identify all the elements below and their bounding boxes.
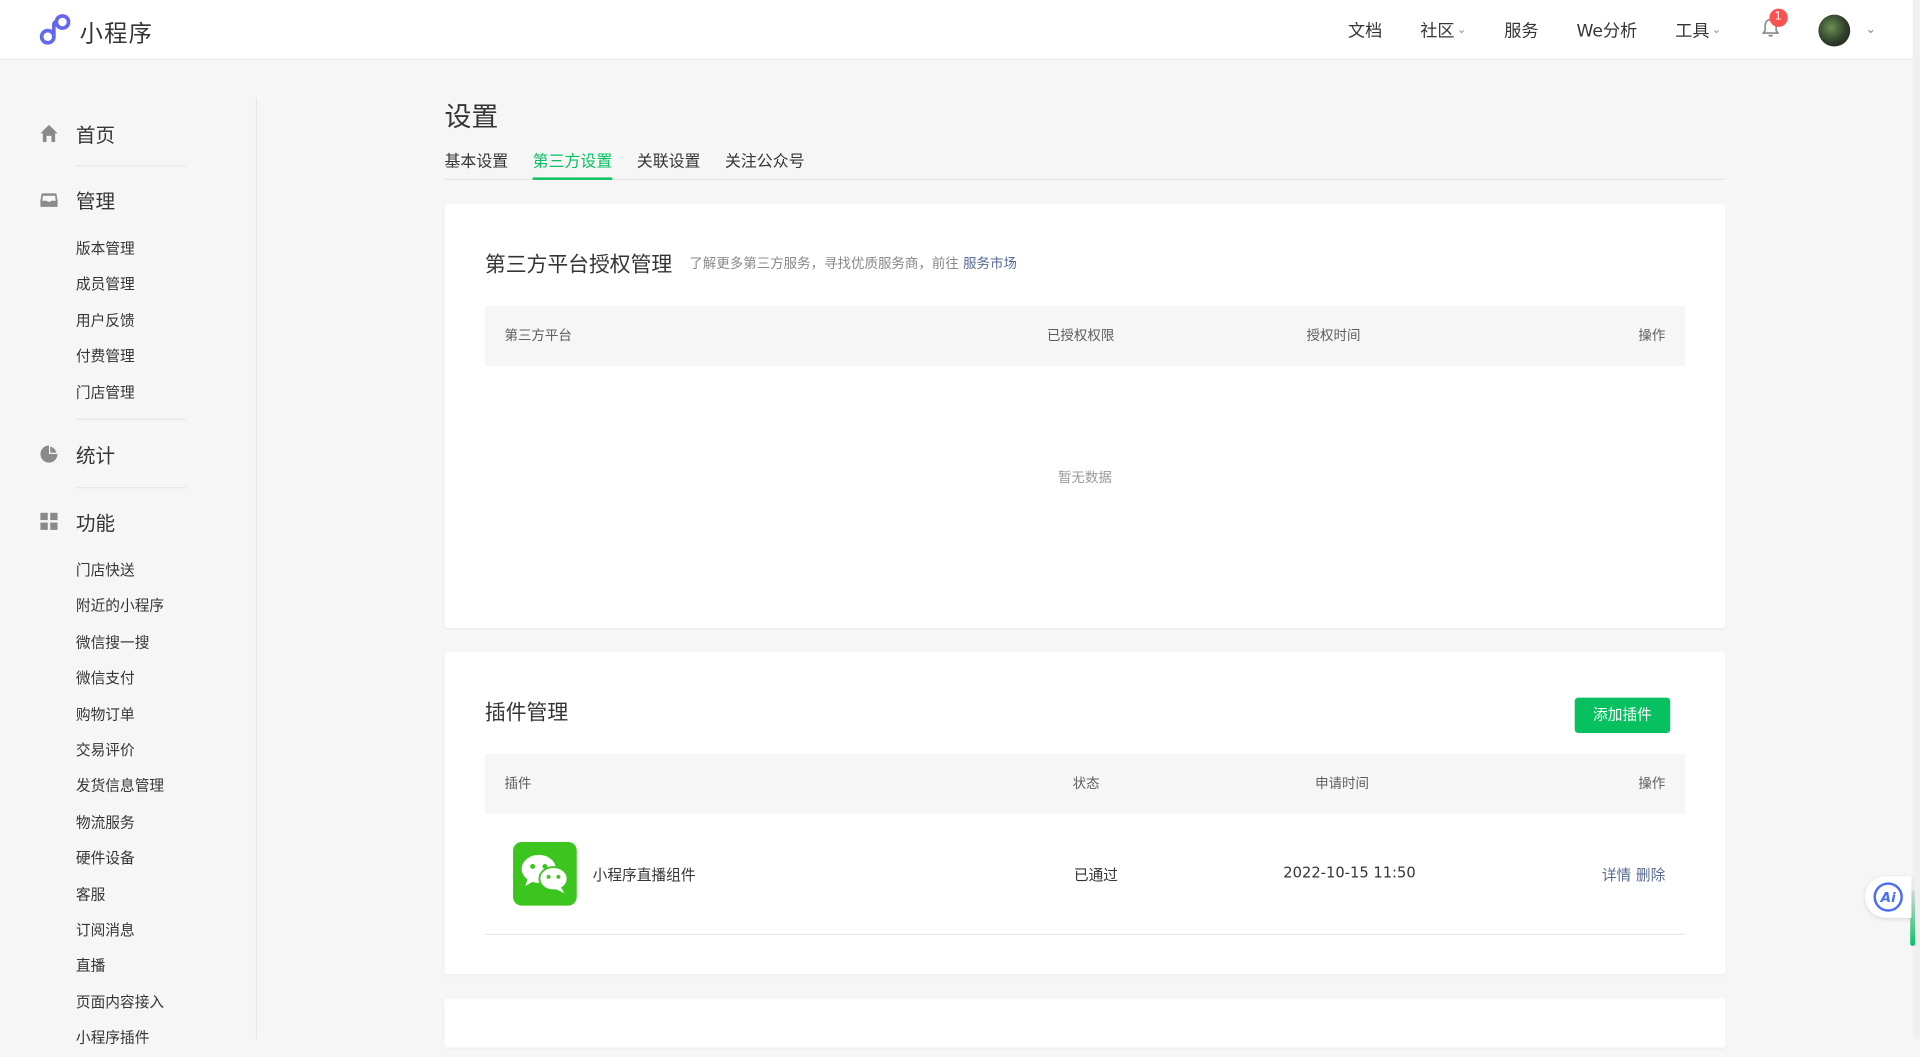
sidebar-item-features[interactable]: 功能	[39, 507, 187, 536]
sidebar-item-manage[interactable]: 管理	[39, 185, 187, 214]
nav-community[interactable]: 社区 ⌄	[1420, 18, 1466, 42]
plugin-card: 插件管理 添加插件 插件 状态 申请时间 操作 小程序直播组件 已通过 2022…	[444, 652, 1726, 975]
column-header: 第三方平台	[504, 327, 572, 344]
page-title: 设置	[444, 102, 499, 134]
tab-basic-settings[interactable]: 基本设置	[444, 149, 508, 180]
sidebar-divider	[75, 487, 187, 489]
third-party-desc: 了解更多第三方服务，寻找优质服务商，前往 服务市场	[689, 253, 1017, 273]
sidebar-item-shipping-info[interactable]: 发货信息管理	[76, 769, 164, 805]
sidebar-item-wechat-search[interactable]: 微信搜一搜	[76, 625, 164, 661]
status-badge: 已通过	[1073, 866, 1118, 884]
features-submenu: 门店快送 附近的小程序 微信搜一搜 微信支付 购物订单 交易评价 发货信息管理 …	[76, 553, 164, 1057]
sidebar-item-members[interactable]: 成员管理	[76, 267, 135, 303]
service-market-link[interactable]: 服务市场	[963, 256, 1017, 272]
plugin-name: 小程序直播组件	[592, 866, 696, 884]
detail-link[interactable]: 详情	[1602, 866, 1631, 883]
nav-services[interactable]: 服务	[1504, 18, 1538, 42]
sidebar-item-wechat-pay[interactable]: 微信支付	[76, 661, 164, 697]
tab-association-settings[interactable]: 关联设置	[637, 149, 701, 180]
sidebar-item-label: 功能	[75, 511, 116, 535]
third-party-title: 第三方平台授权管理	[484, 253, 673, 278]
third-party-table-header: 第三方平台 已授权权限 授权时间 操作	[484, 305, 1685, 366]
column-header: 操作	[1638, 775, 1666, 792]
sidebar-item-nearby[interactable]: 附近的小程序	[76, 589, 164, 625]
apply-time: 2022-10-15 11:50	[1283, 864, 1416, 882]
nav-docs-label: 文档	[1348, 21, 1383, 41]
next-card	[444, 998, 1726, 1048]
column-header: 申请时间	[1315, 775, 1369, 792]
sidebar-item-label: 管理	[75, 189, 116, 213]
manage-submenu: 版本管理 成员管理 用户反馈 付费管理 门店管理	[76, 231, 135, 411]
column-header: 授权时间	[1306, 327, 1361, 344]
plugin-title: 插件管理	[484, 701, 569, 726]
grid-icon	[39, 512, 59, 532]
column-header: 操作	[1638, 327, 1666, 344]
nav-tools-label: 工具	[1675, 21, 1710, 41]
nav-community-label: 社区	[1420, 21, 1455, 41]
sidebar-item-payment[interactable]: 付费管理	[76, 339, 135, 375]
chevron-down-icon: ⌄	[1457, 23, 1467, 37]
nav-services-label: 服务	[1504, 21, 1539, 41]
column-header: 插件	[504, 775, 532, 792]
chevron-down-icon: ⌄	[1711, 23, 1722, 37]
account-menu[interactable]: ⌄	[1817, 14, 1876, 46]
third-party-card: 第三方平台授权管理 了解更多第三方服务，寻找优质服务商，前往 服务市场 第三方平…	[444, 204, 1726, 628]
sidebar-divider	[75, 165, 187, 167]
sidebar-item-subscriptions[interactable]: 订阅消息	[76, 913, 164, 949]
home-icon	[39, 124, 59, 144]
nav-we-analytics-label: We分析	[1576, 21, 1638, 41]
scrollbar-track[interactable]	[1912, 0, 1920, 1040]
sidebar-item-logistics[interactable]: 物流服务	[76, 805, 164, 841]
sidebar-item-page-content[interactable]: 页面内容接入	[76, 985, 164, 1021]
avatar	[1817, 14, 1850, 46]
sidebar-item-home[interactable]: 首页	[39, 119, 187, 148]
sidebar-item-customer-service[interactable]: 客服	[76, 877, 164, 913]
page-stage: 小程序 文档 社区 ⌄ 服务 We分析 工具 ⌄ 1 ⌄ 首页 管理 版本管理 …	[0, 0, 1920, 1048]
pie-chart-icon	[39, 444, 59, 464]
ai-assistant-button[interactable]: Ai	[1864, 876, 1912, 918]
app-name: 小程序	[79, 20, 154, 48]
sidebar-item-label: 统计	[75, 444, 116, 468]
ai-icon: Ai	[1873, 882, 1903, 912]
sidebar-item-feedback[interactable]: 用户反馈	[76, 303, 135, 339]
sidebar-item-live[interactable]: 直播	[76, 949, 164, 985]
nav-we-analytics[interactable]: We分析	[1576, 18, 1637, 42]
add-plugin-button[interactable]: 添加插件	[1574, 697, 1671, 734]
wechat-icon	[513, 841, 577, 906]
nav-docs[interactable]: 文档	[1348, 18, 1382, 42]
third-party-desc-text: 了解更多第三方服务，寻找优质服务商，前往	[689, 255, 959, 272]
table-row: 小程序直播组件 已通过 2022-10-15 11:50 详情 删除	[484, 814, 1685, 935]
settings-tabs: 基本设置 第三方设置 关联设置 关注公众号	[444, 149, 1726, 180]
column-header: 已授权权限	[1046, 327, 1115, 344]
sidebar-item-stats[interactable]: 统计	[39, 439, 187, 468]
inbox-icon	[39, 190, 59, 210]
sidebar-item-reviews[interactable]: 交易评价	[76, 733, 164, 769]
tab-third-party-settings[interactable]: 第三方设置	[532, 149, 613, 180]
sidebar-item-hardware[interactable]: 硬件设备	[76, 841, 164, 877]
top-bar: 小程序 文档 社区 ⌄ 服务 We分析 工具 ⌄ 1 ⌄	[0, 0, 1920, 60]
top-nav: 文档 社区 ⌄ 服务 We分析 工具 ⌄ 1 ⌄	[1348, 0, 1920, 60]
sidebar-divider	[255, 97, 258, 1040]
sidebar-divider	[75, 418, 187, 420]
nav-tools[interactable]: 工具 ⌄	[1675, 18, 1721, 42]
delete-link[interactable]: 删除	[1636, 866, 1665, 883]
empty-state-text: 暂无数据	[1057, 469, 1112, 486]
chevron-down-icon: ⌄	[1865, 23, 1876, 37]
sidebar-item-stores[interactable]: 门店管理	[76, 375, 135, 411]
row-actions: 详情 删除	[1602, 864, 1666, 885]
sidebar-item-label: 首页	[75, 123, 116, 147]
plugin-table-header: 插件 状态 申请时间 操作	[484, 753, 1685, 814]
sidebar-item-orders[interactable]: 购物订单	[76, 697, 164, 733]
sidebar-item-version[interactable]: 版本管理	[76, 231, 135, 267]
notification-button[interactable]: 1	[1759, 7, 1788, 41]
tab-follow-official-account[interactable]: 关注公众号	[725, 149, 805, 180]
miniprogram-logo-icon	[39, 13, 71, 50]
notification-badge: 1	[1768, 7, 1788, 27]
sidebar-item-store-delivery[interactable]: 门店快送	[76, 553, 164, 589]
logo[interactable]: 小程序	[39, 13, 153, 50]
column-header: 状态	[1072, 775, 1100, 792]
